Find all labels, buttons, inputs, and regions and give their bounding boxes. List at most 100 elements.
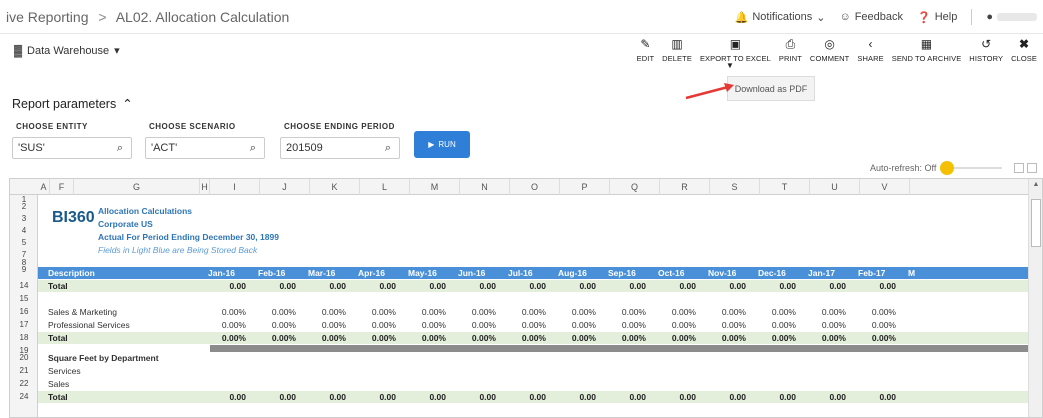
search-icon[interactable]: ⌕ <box>385 142 391 155</box>
value-cell[interactable]: 0.00 <box>746 391 796 403</box>
period-input[interactable]: 201509 ⌕ <box>280 137 400 159</box>
row-number[interactable]: 2 <box>10 202 38 211</box>
value-cell[interactable]: 0.00 <box>346 280 396 292</box>
value-cell[interactable]: 0.00% <box>396 319 446 331</box>
spreadsheet[interactable]: AFGHIJKLMNOPQRSTUV 1 2 3 4 5 7 8 9 14 15 16 17 18 19 2… <box>9 178 1043 418</box>
value-cell[interactable]: 0.00% <box>446 306 496 318</box>
user-menu[interactable]: ● <box>986 11 1037 23</box>
value-cell[interactable]: 0.00% <box>846 319 896 331</box>
value-cell[interactable]: 0.00% <box>196 319 246 331</box>
column-header-m[interactable]: M <box>410 179 460 195</box>
row-description[interactable]: Professional Services <box>48 319 130 331</box>
value-cell[interactable]: 0.00 <box>596 280 646 292</box>
value-cell[interactable]: 0.00% <box>796 306 846 318</box>
grid-icon[interactable] <box>1027 163 1038 173</box>
value-cell[interactable]: 0.00% <box>646 306 696 318</box>
value-cell[interactable]: 0.00% <box>396 332 446 344</box>
value-cell[interactable]: 0.00 <box>496 391 546 403</box>
help-button[interactable]: ❓ Help <box>917 11 957 24</box>
row-number[interactable]: 17 <box>10 320 38 329</box>
value-cell[interactable]: 0.00 <box>646 391 696 403</box>
value-cell[interactable]: 0.00% <box>246 319 296 331</box>
column-header-k[interactable]: K <box>310 179 360 195</box>
send-to-archive-button[interactable]: ▦ SEND TO ARCHIVE <box>888 36 966 63</box>
value-cell[interactable]: 0.00% <box>846 306 896 318</box>
value-cell[interactable]: 0.00 <box>746 280 796 292</box>
value-cell[interactable]: 0.00 <box>446 280 496 292</box>
value-cell[interactable]: 0.00 <box>796 280 846 292</box>
toggle-knob[interactable] <box>940 161 955 175</box>
print-button[interactable]: ⎙ PRINT <box>775 36 806 63</box>
entity-input[interactable]: 'SUS' ⌕ <box>12 137 132 159</box>
row-number[interactable]: 14 <box>10 281 38 290</box>
value-cell[interactable]: 0.00 <box>446 391 496 403</box>
auto-refresh-toggle[interactable] <box>940 161 1003 175</box>
value-cell[interactable]: 0.00% <box>596 306 646 318</box>
column-header-s[interactable]: S <box>710 179 760 195</box>
value-cell[interactable]: 0.00% <box>346 332 396 344</box>
value-cell[interactable]: 0.00 <box>396 280 446 292</box>
column-header-j[interactable]: J <box>260 179 310 195</box>
column-header-a[interactable]: A <box>38 179 50 195</box>
edit-button[interactable]: ✎ EDIT <box>633 36 658 63</box>
value-cell[interactable]: 0.00% <box>696 306 746 318</box>
row-description[interactable]: Sales & Marketing <box>48 306 117 318</box>
value-cell[interactable]: 0.00% <box>746 306 796 318</box>
value-cell[interactable]: 0.00% <box>646 319 696 331</box>
value-cell[interactable]: 0.00 <box>246 391 296 403</box>
value-cell[interactable]: 0.00 <box>496 280 546 292</box>
value-cell[interactable]: 0.00% <box>596 319 646 331</box>
value-cell[interactable]: 0.00% <box>546 332 596 344</box>
notifications-button[interactable]: 🔔 Notifications ⌄ <box>735 11 826 24</box>
value-cell[interactable]: 0.00% <box>746 332 796 344</box>
report-parameters-header[interactable]: Report parameters ⌃ <box>12 96 133 112</box>
search-icon[interactable]: ⌕ <box>250 142 256 155</box>
value-cell[interactable]: 0.00% <box>596 332 646 344</box>
column-header-p[interactable]: P <box>560 179 610 195</box>
value-cell[interactable]: 0.00 <box>596 391 646 403</box>
row-description[interactable]: Total <box>48 391 68 403</box>
scroll-thumb[interactable] <box>1031 199 1041 247</box>
column-header-h[interactable]: H <box>200 179 210 195</box>
comment-button[interactable]: ◎ COMMENT <box>806 36 853 63</box>
value-cell[interactable]: 0.00 <box>696 280 746 292</box>
value-cell[interactable]: 0.00 <box>546 391 596 403</box>
expand-icon[interactable] <box>1014 163 1025 173</box>
value-cell[interactable]: 0.00 <box>846 391 896 403</box>
export-to-excel-button[interactable]: ▣ EXPORT TO EXCEL ▼ <box>696 36 775 70</box>
close-button[interactable]: ✖ CLOSE <box>1007 36 1041 63</box>
vertical-scrollbar[interactable]: ▲ <box>1028 179 1042 417</box>
value-cell[interactable]: 0.00% <box>496 306 546 318</box>
row-number[interactable]: 9 <box>10 265 38 274</box>
value-cell[interactable]: 0.00 <box>346 391 396 403</box>
row-description[interactable]: Square Feet by Department <box>48 352 159 364</box>
value-cell[interactable]: 0.00 <box>296 280 346 292</box>
column-header-l[interactable]: L <box>360 179 410 195</box>
feedback-button[interactable]: ☺ Feedback <box>839 11 903 23</box>
column-header-f[interactable]: F <box>50 179 74 195</box>
value-cell[interactable]: 0.00% <box>696 332 746 344</box>
share-button[interactable]: ‹ SHARE <box>853 36 887 63</box>
column-header-n[interactable]: N <box>460 179 510 195</box>
value-cell[interactable]: 0.00 <box>846 280 896 292</box>
value-cell[interactable]: 0.00% <box>196 306 246 318</box>
value-cell[interactable]: 0.00% <box>296 306 346 318</box>
value-cell[interactable]: 0.00% <box>296 319 346 331</box>
value-cell[interactable]: 0.00% <box>246 306 296 318</box>
value-cell[interactable]: 0.00% <box>346 319 396 331</box>
value-cell[interactable]: 0.00 <box>646 280 696 292</box>
scenario-input[interactable]: 'ACT' ⌕ <box>145 137 265 159</box>
search-icon[interactable]: ⌕ <box>117 142 123 155</box>
value-cell[interactable]: 0.00% <box>196 332 246 344</box>
row-description[interactable]: Sales <box>48 378 69 390</box>
scroll-up-icon[interactable]: ▲ <box>1029 181 1042 188</box>
value-cell[interactable]: 0.00% <box>796 332 846 344</box>
value-cell[interactable]: 0.00% <box>446 319 496 331</box>
value-cell[interactable]: 0.00% <box>546 319 596 331</box>
row-description[interactable]: Total <box>48 280 68 292</box>
value-cell[interactable]: 0.00 <box>296 391 346 403</box>
value-cell[interactable]: 0.00% <box>546 306 596 318</box>
value-cell[interactable]: 0.00% <box>346 306 396 318</box>
value-cell[interactable]: 0.00 <box>396 391 446 403</box>
column-header-v[interactable]: V <box>860 179 910 195</box>
